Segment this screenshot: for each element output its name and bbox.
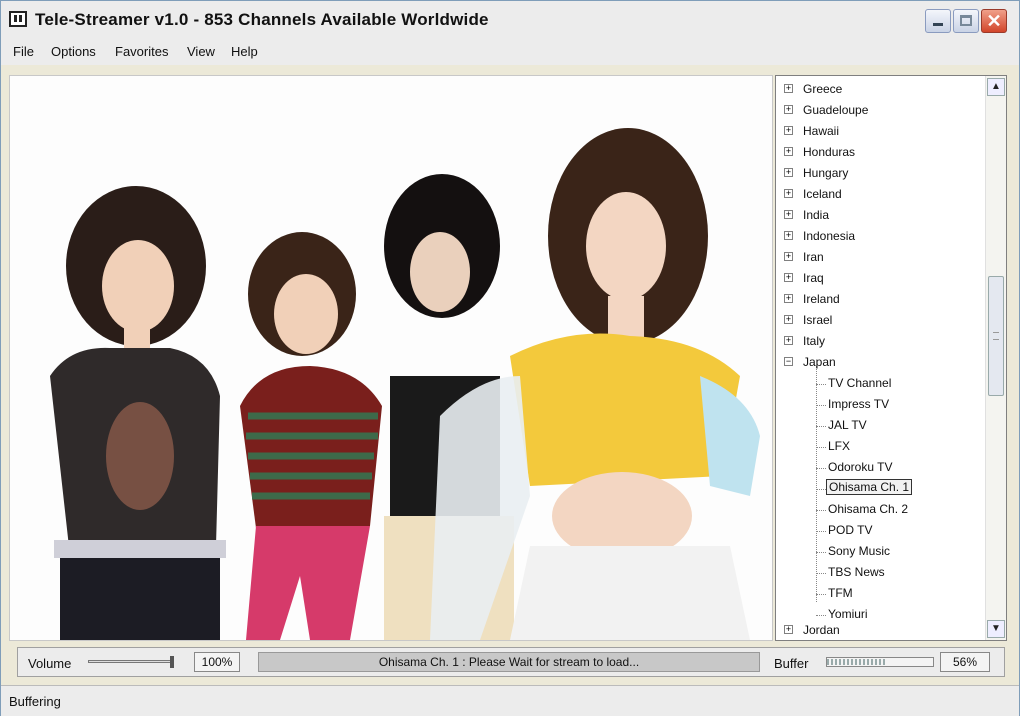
tree-guide-line xyxy=(816,366,818,602)
window-title: Tele-Streamer v1.0 - 853 Channels Availa… xyxy=(35,10,489,29)
collapse-minus-icon[interactable]: − xyxy=(784,357,793,366)
volume-thumb[interactable] xyxy=(170,656,174,668)
minimize-button[interactable] xyxy=(925,9,951,33)
buffer-progress-bar xyxy=(826,657,934,667)
expand-plus-icon[interactable]: + xyxy=(784,147,793,156)
volume-label: Volume xyxy=(28,656,72,671)
tree-scrollbar[interactable]: ▲ ▼ xyxy=(985,76,1006,640)
expand-plus-icon[interactable]: + xyxy=(784,168,793,177)
menu-options[interactable]: Options xyxy=(51,44,96,59)
expand-plus-icon[interactable]: + xyxy=(784,625,793,634)
expand-plus-icon[interactable]: + xyxy=(784,294,793,303)
close-button[interactable]: ✕ xyxy=(981,9,1007,33)
expand-plus-icon[interactable]: + xyxy=(784,126,793,135)
expand-plus-icon[interactable]: + xyxy=(784,84,793,93)
expand-plus-icon[interactable]: + xyxy=(784,189,793,198)
expand-plus-icon[interactable]: + xyxy=(784,210,793,219)
buffer-value: 56% xyxy=(940,652,990,672)
menu-file[interactable]: File xyxy=(13,44,34,59)
expand-plus-icon[interactable]: + xyxy=(784,252,793,261)
expand-plus-icon[interactable]: + xyxy=(784,273,793,282)
expand-plus-icon[interactable]: + xyxy=(784,105,793,114)
volume-slider[interactable] xyxy=(88,656,176,668)
menu-help[interactable]: Help xyxy=(231,44,258,59)
menu-view[interactable]: View xyxy=(187,44,215,59)
expand-plus-icon[interactable]: + xyxy=(784,315,793,324)
menu-bar: File Options Favorites View Help xyxy=(1,39,1019,65)
status-bar: Buffering xyxy=(1,685,1019,716)
app-window: Tele-Streamer v1.0 - 853 Channels Availa… xyxy=(0,0,1020,716)
buffer-label: Buffer xyxy=(774,656,809,671)
expand-plus-icon[interactable]: + xyxy=(784,336,793,345)
menu-favorites[interactable]: Favorites xyxy=(115,44,168,59)
scroll-down-arrow-icon[interactable]: ▼ xyxy=(987,620,1005,638)
scroll-thumb[interactable] xyxy=(988,276,1004,396)
maximize-button[interactable] xyxy=(953,9,979,33)
scroll-up-arrow-icon[interactable]: ▲ xyxy=(987,78,1005,96)
volume-value: 100% xyxy=(194,652,240,672)
video-display[interactable] xyxy=(9,75,773,641)
stream-status-message: Ohisama Ch. 1 : Please Wait for stream t… xyxy=(258,652,760,672)
video-frame-image xyxy=(10,76,772,640)
app-icon xyxy=(9,11,27,27)
channel-tree[interactable]: + Greece + Guadeloupe + Hawaii + Honduras + H… xyxy=(775,75,1007,641)
buffer-progress-fill xyxy=(827,659,886,665)
playback-controls: Volume 100% Ohisama Ch. 1 : Please Wait … xyxy=(17,647,1005,677)
volume-track xyxy=(88,660,172,663)
status-text: Buffering xyxy=(9,694,61,709)
expand-plus-icon[interactable]: + xyxy=(784,231,793,240)
title-bar[interactable]: Tele-Streamer v1.0 - 853 Channels Availa… xyxy=(1,1,1019,40)
